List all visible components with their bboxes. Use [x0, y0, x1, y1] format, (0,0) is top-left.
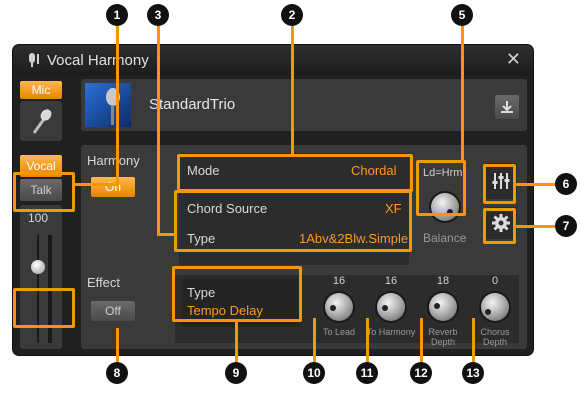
to-lead-knob[interactable] [325, 293, 353, 321]
callout-line-12 [420, 318, 423, 364]
mic-icon-panel [20, 101, 62, 141]
effect-label: Effect [87, 275, 121, 290]
effect-off-button[interactable]: Off [91, 301, 135, 321]
chorus-depth-knob[interactable] [481, 293, 509, 321]
reverb-depth-knob[interactable] [429, 293, 457, 321]
highlight-effect-toggle [13, 288, 75, 328]
callout-line-1h [73, 183, 119, 186]
highlight-mode [177, 154, 413, 192]
callout-9: 9 [225, 362, 247, 384]
window-title: Vocal Harmony [47, 52, 149, 69]
highlight-effect-type [172, 266, 302, 322]
knob-label: Chorus Depth [480, 327, 510, 347]
highlight-mixer [483, 164, 516, 204]
knob-label: To Harmony [366, 327, 416, 337]
callout-5: 5 [451, 4, 473, 26]
highlight-balance [416, 160, 466, 216]
save-icon [501, 101, 513, 113]
preset-image [85, 83, 131, 127]
callout-7: 7 [555, 215, 577, 237]
save-button[interactable] [495, 95, 519, 119]
callout-6: 6 [555, 173, 577, 195]
callout-2: 2 [281, 4, 303, 26]
mic-button[interactable]: Mic [20, 81, 62, 99]
callout-11: 11 [356, 362, 378, 384]
mic-level-value: 100 [28, 211, 49, 225]
callout-line-13 [472, 318, 475, 364]
knob-label: To Lead [322, 327, 356, 337]
highlight-harmony-toggle [13, 172, 75, 212]
callout-8: 8 [106, 362, 128, 384]
callout-line-7 [516, 225, 556, 228]
callout-1: 1 [106, 4, 128, 26]
callout-3: 3 [147, 4, 169, 26]
effect-panel: Effect Off Type Tempo Delay 16 To Lead 1… [81, 265, 527, 349]
callout-line-1 [116, 26, 119, 186]
knob-label: Reverb Depth [428, 327, 458, 347]
title-bar: Vocal Harmony ✕ [13, 45, 533, 75]
knob-value: 16 [384, 275, 398, 287]
callout-line-11 [366, 318, 369, 364]
callout-line-10 [313, 318, 316, 364]
callout-line-5 [461, 26, 464, 162]
preset-name: StandardTrio [149, 96, 236, 113]
to-harmony-knob[interactable] [377, 293, 405, 321]
mic-icon [29, 53, 39, 67]
callout-10: 10 [303, 362, 325, 384]
callout-line-3h [157, 233, 177, 236]
harmony-on-button[interactable]: On [91, 177, 135, 197]
callout-13: 13 [462, 362, 484, 384]
highlight-settings [483, 208, 516, 244]
microphone-icon [32, 109, 52, 134]
knob-value: 0 [491, 275, 499, 287]
highlight-chord-type [174, 190, 412, 252]
harmony-label: Harmony [87, 153, 140, 168]
balance-label: Balance [423, 231, 467, 245]
knob-value: 16 [332, 275, 346, 287]
close-icon[interactable]: ✕ [506, 49, 521, 70]
callout-line-3 [157, 26, 160, 236]
callout-line-6 [516, 183, 556, 186]
mic-level-slider-handle[interactable] [31, 260, 45, 274]
callout-12: 12 [410, 362, 432, 384]
callout-line-8 [116, 328, 119, 364]
callout-line-2 [291, 26, 294, 156]
callout-line-9 [235, 322, 238, 364]
knob-value: 18 [436, 275, 450, 287]
